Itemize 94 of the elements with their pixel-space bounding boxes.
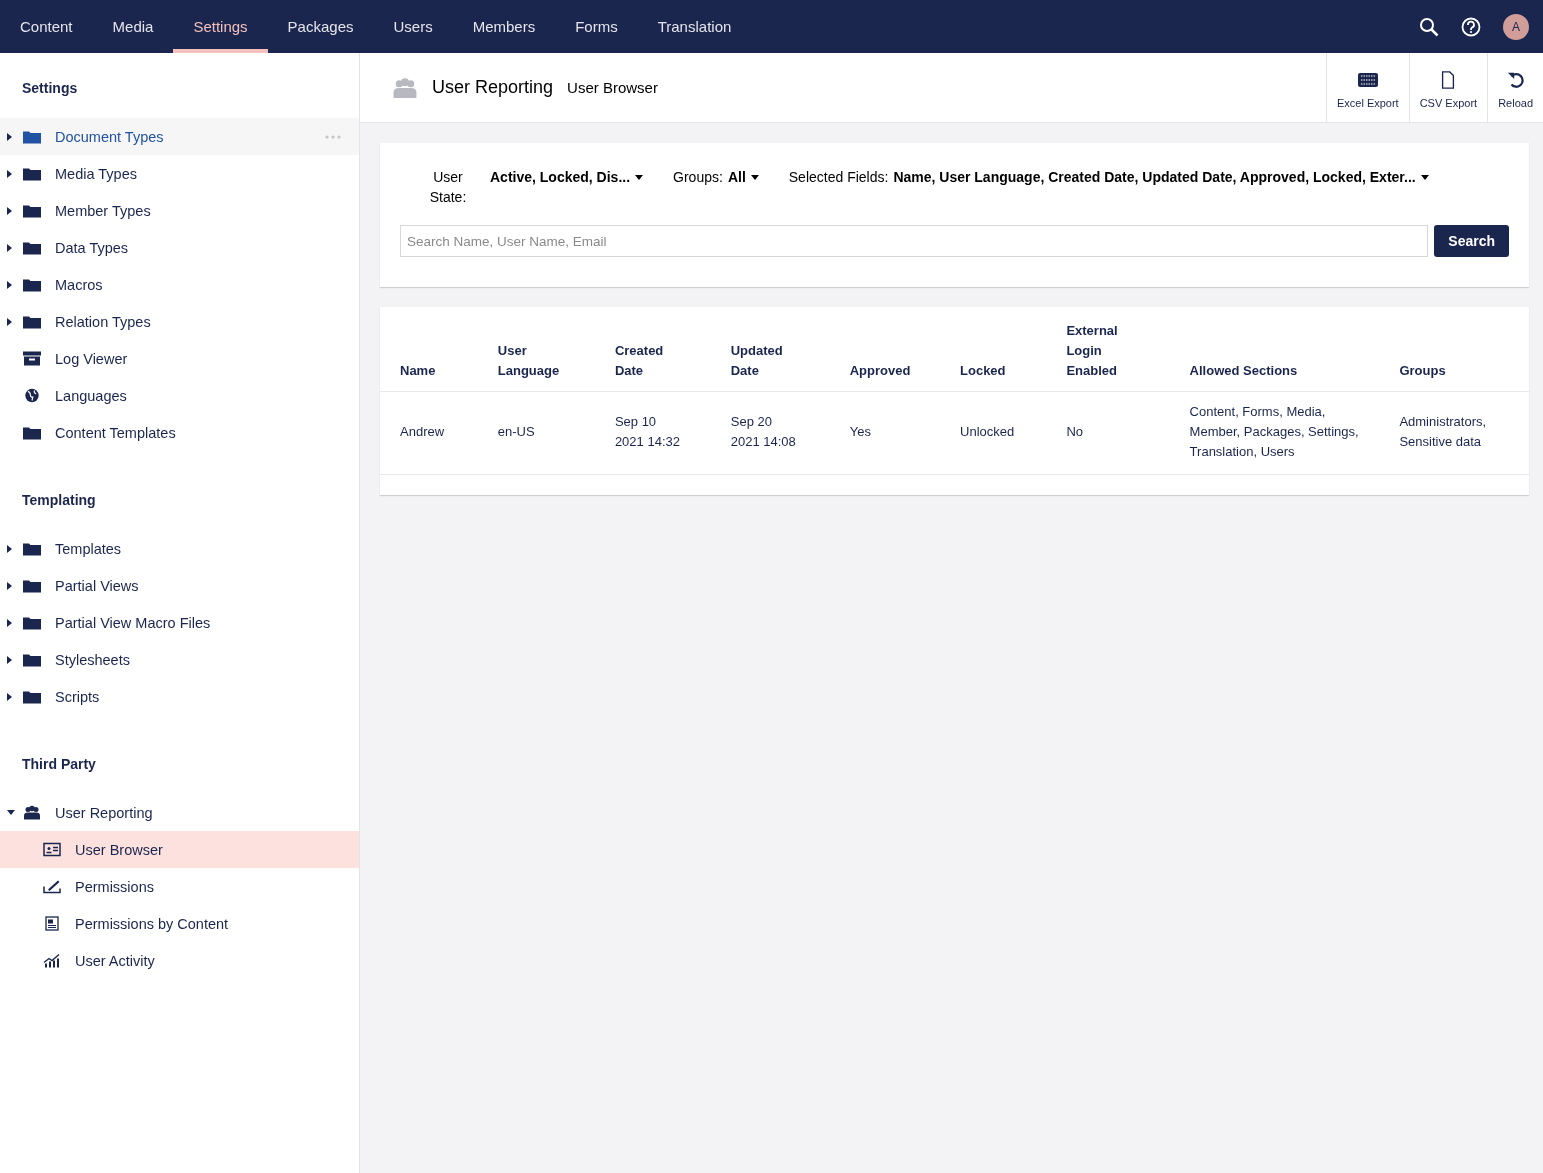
caret-right-icon[interactable] bbox=[7, 169, 13, 178]
folder-icon bbox=[23, 203, 41, 218]
globe-icon bbox=[23, 388, 41, 403]
tree-item[interactable]: Relation Types bbox=[0, 303, 359, 340]
tree-item[interactable]: Languages bbox=[0, 377, 359, 414]
tree-item[interactable]: Permissions by Content bbox=[0, 905, 359, 942]
folder-icon bbox=[23, 689, 41, 704]
folder-icon bbox=[23, 615, 41, 630]
section-title: Settings bbox=[21, 79, 79, 98]
tree-item[interactable]: User Activity bbox=[0, 942, 359, 979]
table-cell: No bbox=[1046, 391, 1170, 475]
people-icon bbox=[392, 77, 418, 98]
caret-right-icon[interactable] bbox=[7, 618, 13, 627]
column-header: Name bbox=[380, 321, 478, 392]
tree-item[interactable]: Member Types bbox=[0, 192, 359, 229]
caret-right-icon[interactable] bbox=[7, 317, 13, 326]
chart-icon bbox=[43, 953, 61, 968]
folder-icon bbox=[23, 425, 41, 440]
caret-right-icon[interactable] bbox=[7, 692, 13, 701]
folder-icon bbox=[23, 129, 41, 144]
nav-tab[interactable]: Users bbox=[373, 0, 453, 53]
nav-tab[interactable]: Content bbox=[0, 0, 93, 53]
caret-right-icon[interactable] bbox=[7, 544, 13, 553]
tree-item[interactable]: Data Types bbox=[0, 229, 359, 266]
table-cell: Yes bbox=[829, 391, 940, 475]
folder-icon bbox=[23, 277, 41, 292]
search-icon[interactable] bbox=[1419, 16, 1439, 37]
search-field[interactable]: Search Name, User Name, Email bbox=[400, 225, 1429, 257]
document-icon bbox=[43, 916, 61, 931]
page-title: User Reporting bbox=[432, 77, 554, 98]
table-cell: Sep 20 2021 14:08 bbox=[710, 391, 830, 475]
caret-down-icon bbox=[750, 174, 759, 180]
folder-icon bbox=[23, 166, 41, 181]
table-cell: Content, Forms, Media, Member, Packages, Settings, Translation, Users bbox=[1169, 391, 1380, 475]
nav-tab[interactable]: Members bbox=[452, 0, 556, 53]
tree-item[interactable]: Partial View Macro Files bbox=[0, 604, 359, 641]
column-header: Created Date bbox=[594, 321, 711, 392]
tree-item[interactable]: Media Types bbox=[0, 155, 359, 192]
tree-item[interactable]: Permissions bbox=[0, 868, 359, 905]
column-header: User Language bbox=[477, 321, 595, 392]
groups-dropdown[interactable]: Groups: All bbox=[655, 167, 759, 187]
tree-item[interactable]: User Reporting bbox=[0, 794, 359, 831]
search-button[interactable]: Search bbox=[1434, 225, 1509, 257]
section-title: Third Party bbox=[21, 755, 97, 774]
column-header: External Login Enabled bbox=[1046, 321, 1170, 392]
caret-down-icon bbox=[635, 174, 644, 180]
column-header: Allowed Sections bbox=[1169, 321, 1380, 392]
column-header: Locked bbox=[940, 321, 1047, 392]
archive-icon bbox=[23, 351, 41, 366]
nav-tab[interactable]: Media bbox=[92, 0, 174, 53]
caret-down-icon[interactable] bbox=[7, 809, 15, 816]
tree-item[interactable]: Stylesheets bbox=[0, 641, 359, 678]
edit-icon bbox=[43, 879, 61, 894]
tree-item[interactable]: Templates bbox=[0, 530, 359, 567]
help-icon[interactable] bbox=[1461, 16, 1481, 37]
nav-tab[interactable]: Forms bbox=[555, 0, 638, 53]
folder-icon bbox=[23, 578, 41, 593]
table-cell: en-US bbox=[477, 391, 595, 475]
folder-icon bbox=[23, 541, 41, 556]
tree-item[interactable]: Partial Views bbox=[0, 567, 359, 604]
nav-tab[interactable]: Translation bbox=[637, 0, 752, 53]
table-cell: Unlocked bbox=[940, 391, 1047, 475]
tree-item[interactable]: User Browser bbox=[0, 831, 359, 868]
caret-right-icon[interactable] bbox=[7, 655, 13, 664]
folder-icon bbox=[23, 314, 41, 329]
tree-item[interactable]: Document Types bbox=[0, 118, 359, 155]
caret-right-icon[interactable] bbox=[7, 206, 13, 215]
caret-right-icon[interactable] bbox=[7, 132, 13, 141]
caret-right-icon[interactable] bbox=[7, 280, 13, 289]
folder-icon bbox=[23, 652, 41, 667]
folder-icon bbox=[23, 240, 41, 255]
caret-down-icon bbox=[1420, 174, 1429, 180]
table-cell: Sep 10 2021 14:32 bbox=[594, 391, 711, 475]
caret-right-icon[interactable] bbox=[7, 581, 13, 590]
table-cell: Andrew bbox=[380, 391, 478, 475]
column-header: Groups bbox=[1379, 321, 1529, 392]
tree-item[interactable]: Log Viewer bbox=[0, 340, 359, 377]
tree-item[interactable]: Macros bbox=[0, 266, 359, 303]
id-card-icon bbox=[43, 842, 61, 857]
table-cell: Administrators, Sensitive data bbox=[1379, 391, 1529, 475]
nav-tab[interactable]: Packages bbox=[267, 0, 374, 53]
caret-right-icon[interactable] bbox=[7, 243, 13, 252]
fields-dropdown[interactable]: Selected Fields: Name, User Language, Created Date, Updated Date, Approved, Locked, Exter... bbox=[770, 167, 1429, 187]
people-icon bbox=[23, 805, 41, 820]
user-state-dropdown[interactable]: Active, Locked, Dis... bbox=[472, 167, 644, 187]
tree-item[interactable]: Scripts bbox=[0, 678, 359, 715]
section-title: Templating bbox=[21, 491, 97, 510]
page-subtitle: User Browser bbox=[567, 79, 658, 96]
filter-label: User State: bbox=[428, 168, 468, 207]
avatar[interactable]: A bbox=[1503, 13, 1529, 40]
tree-item[interactable]: Content Templates bbox=[0, 414, 359, 451]
column-header: Approved bbox=[829, 321, 940, 392]
binary-icon bbox=[1357, 70, 1378, 89]
column-header: Updated Date bbox=[710, 321, 830, 392]
